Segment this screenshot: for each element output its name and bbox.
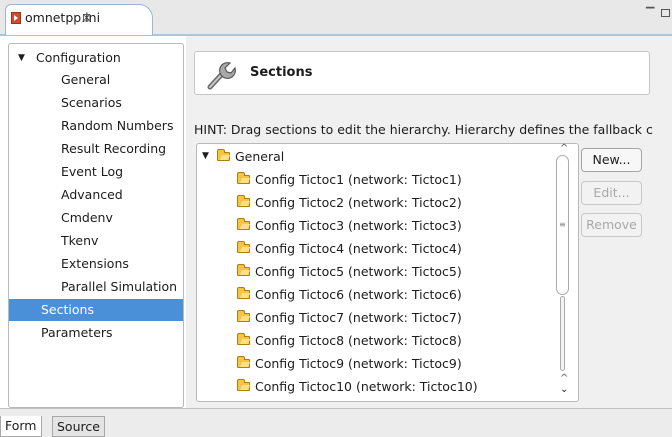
tree-item-tkenv[interactable]: Tkenv <box>9 230 183 252</box>
tree-item-label: Result Recording <box>61 141 167 156</box>
tab-form[interactable]: Form <box>0 416 42 437</box>
tree-item-label: Parameters <box>41 325 113 340</box>
tree-node-label: Config Tictoc4 (network: Tictoc4) <box>255 241 462 256</box>
tree-item-label: Sections <box>41 302 94 317</box>
page-title: Sections <box>250 65 313 80</box>
category-tree[interactable]: ▼ Configuration General Scenarios Random… <box>8 43 184 408</box>
scrollbar-track[interactable] <box>560 296 565 371</box>
remove-section-button[interactable]: Remove <box>581 213 642 237</box>
tree-item-label: Cmdenv <box>61 210 113 225</box>
tree-item-parameters[interactable]: Parameters <box>9 322 183 344</box>
sections-tree[interactable]: ▼ General Config Tictoc1 (network: Ticto… <box>196 143 579 402</box>
edit-section-button[interactable]: Edit... <box>581 181 642 205</box>
folder-icon <box>237 218 250 230</box>
tree-node-config[interactable]: Config Tictoc10 (network: Tictoc10) <box>197 375 557 398</box>
tree-node-label: Config Tictoc5 (network: Tictoc5) <box>255 264 462 279</box>
tree-node-config[interactable]: Config Tictoc7 (network: Tictoc7) <box>197 306 557 329</box>
folder-icon <box>237 356 250 368</box>
tab-source[interactable]: Source <box>52 416 105 437</box>
tree-node-label: Config Tictoc8 (network: Tictoc8) <box>255 333 462 348</box>
tree-item-label: Scenarios <box>61 95 122 110</box>
folder-icon <box>237 287 250 299</box>
tree-node-label: Config Tictoc2 (network: Tictoc2) <box>255 195 462 210</box>
minimize-icon[interactable]: ▔ <box>646 7 654 20</box>
tree-node-config[interactable]: Config Tictoc4 (network: Tictoc4) <box>197 237 557 260</box>
folder-icon <box>237 264 250 276</box>
tree-node-config[interactable]: Config Tictoc6 (network: Tictoc6) <box>197 283 557 306</box>
close-icon[interactable]: ⊠ <box>82 11 91 25</box>
scroll-up-arrow-icon[interactable]: ^ <box>560 373 568 384</box>
chevron-down-icon[interactable]: ▼ <box>18 47 25 69</box>
tree-node-label: Config Tictoc10 (network: Tictoc10) <box>255 379 478 394</box>
tree-item-cmdenv[interactable]: Cmdenv <box>9 207 183 229</box>
tree-node-label: Config Tictoc7 (network: Tictoc7) <box>255 310 462 325</box>
chevron-down-icon[interactable]: ▼ <box>202 145 209 168</box>
tree-item-label: Event Log <box>61 164 124 179</box>
scroll-up-arrow-icon[interactable]: ^ <box>560 143 568 154</box>
tree-item-label: Random Numbers <box>61 118 174 133</box>
tree-item-event-log[interactable]: Event Log <box>9 161 183 183</box>
tree-node-config[interactable]: Config Tictoc9 (network: Tictoc9) <box>197 352 557 375</box>
tree-item-label: Parallel Simulation <box>61 279 178 294</box>
tree-node-config[interactable]: Config Tictoc8 (network: Tictoc8) <box>197 329 557 352</box>
tree-item-result-recording[interactable]: Result Recording <box>9 138 183 160</box>
tree-node-label: Config Tictoc1 (network: Tictoc1) <box>255 172 462 187</box>
tree-node-config[interactable]: Config Tictoc1 (network: Tictoc1) <box>197 168 557 191</box>
tree-node-label: General <box>235 149 285 164</box>
folder-icon <box>237 172 250 184</box>
tree-item-sections[interactable]: Sections <box>9 299 183 321</box>
folder-icon <box>237 379 250 391</box>
tree-node-label: Config Tictoc3 (network: Tictoc3) <box>255 218 462 233</box>
tree-item-label: Extensions <box>61 256 129 271</box>
folder-icon <box>237 333 250 345</box>
grip-icon: ≡ <box>559 220 566 229</box>
folder-icon <box>237 241 250 253</box>
tree-node-config[interactable]: Config Tictoc5 (network: Tictoc5) <box>197 260 557 283</box>
tree-item-extensions[interactable]: Extensions <box>9 253 183 275</box>
tree-item-random-numbers[interactable]: Random Numbers <box>9 115 183 137</box>
folder-icon <box>217 149 230 161</box>
tree-item-advanced[interactable]: Advanced <box>9 184 183 206</box>
tree-item-parallel-simulation[interactable]: Parallel Simulation <box>9 276 183 298</box>
tree-item-configuration[interactable]: ▼ Configuration <box>9 47 183 69</box>
tree-node-label: Config Tictoc9 (network: Tictoc9) <box>255 356 462 371</box>
tree-item-label: Configuration <box>36 50 121 65</box>
wrench-icon <box>207 62 236 90</box>
tree-item-general[interactable]: General <box>9 69 183 91</box>
tree-node-label: Config Tictoc6 (network: Tictoc6) <box>255 287 462 302</box>
folder-icon <box>237 195 250 207</box>
folder-icon <box>237 310 250 322</box>
tree-item-label: Tkenv <box>61 233 99 248</box>
tree-item-label: Advanced <box>61 187 123 202</box>
tree-node-general[interactable]: ▼ General <box>197 145 557 168</box>
scroll-down-arrow-icon[interactable]: ⌄ <box>560 384 568 395</box>
tree-node-config[interactable]: Config Tictoc3 (network: Tictoc3) <box>197 214 557 237</box>
tree-item-label: General <box>61 72 111 87</box>
tree-item-scenarios[interactable]: Scenarios <box>9 92 183 114</box>
hint-text: HINT: Drag sections to edit the hierarch… <box>194 122 653 137</box>
maximize-icon[interactable] <box>661 9 670 17</box>
new-section-button[interactable]: New... <box>581 148 642 172</box>
tree-node-config[interactable]: Config Tictoc2 (network: Tictoc2) <box>197 191 557 214</box>
ini-file-icon <box>11 12 21 24</box>
